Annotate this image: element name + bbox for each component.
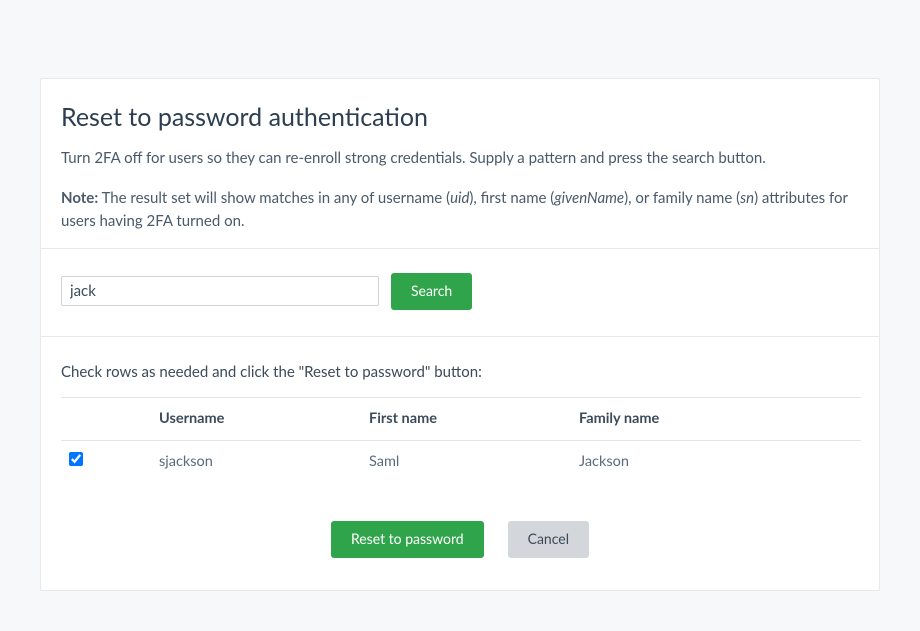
search-input[interactable]	[61, 276, 379, 306]
search-block: Search	[41, 249, 879, 337]
note-attr-sn: sn	[740, 189, 754, 207]
row-checkbox[interactable]	[69, 452, 83, 466]
table-row: sjackson Saml Jackson	[61, 441, 861, 483]
reset-to-password-button[interactable]: Reset to password	[331, 521, 484, 558]
action-button-row: Reset to password Cancel	[61, 521, 859, 558]
note-text-1: The result set will show matches in any …	[98, 189, 450, 207]
column-header-family-name: Family name	[571, 398, 861, 441]
column-header-username: Username	[151, 398, 361, 441]
admin-card: Reset to password authentication Turn 2F…	[40, 78, 880, 591]
cancel-button[interactable]: Cancel	[508, 521, 589, 558]
page-description: Turn 2FA off for users so they can re-en…	[61, 147, 859, 170]
header-block: Reset to password authentication Turn 2F…	[41, 79, 879, 249]
cell-username: sjackson	[151, 441, 361, 483]
note-text-3: ), or family name (	[624, 189, 740, 207]
note-label: Note:	[61, 189, 98, 207]
column-header-first-name: First name	[361, 398, 571, 441]
results-intro: Check rows as needed and click the "Rese…	[61, 361, 859, 384]
results-block: Check rows as needed and click the "Rese…	[41, 337, 879, 590]
note-paragraph: Note: The result set will show matches i…	[61, 187, 859, 232]
column-header-checkbox	[61, 398, 151, 441]
cell-family-name: Jackson	[571, 441, 861, 483]
note-attr-uid: uid	[450, 189, 469, 207]
results-table: Username First name Family name sjackson…	[61, 397, 861, 483]
note-text-2: ), first name (	[469, 189, 554, 207]
search-button[interactable]: Search	[391, 273, 472, 310]
page-title: Reset to password authentication	[61, 99, 859, 137]
cell-first-name: Saml	[361, 441, 571, 483]
note-attr-givenname: givenName	[554, 189, 624, 207]
